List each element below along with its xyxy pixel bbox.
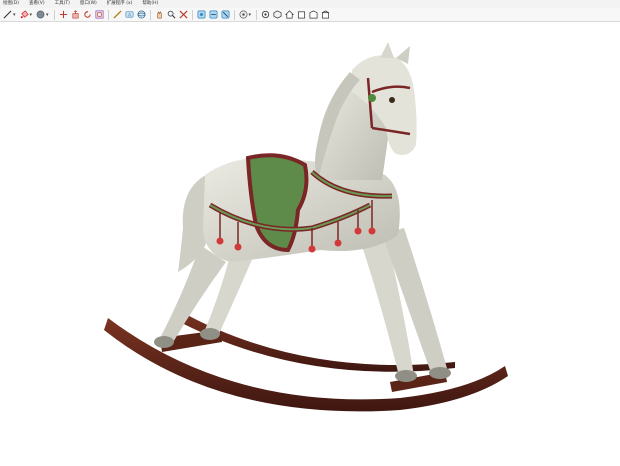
iso-view-icon <box>273 10 282 19</box>
back-view-button[interactable] <box>309 10 318 20</box>
style-dropdown[interactable]: ▾ <box>249 10 252 20</box>
main-toolbar: ▾ ▾ ▾ A ▾ <box>0 8 620 22</box>
sphere-dropdown[interactable]: ▾ <box>46 10 49 20</box>
tape-measure-icon: A <box>125 11 133 18</box>
dimension-icon <box>113 10 122 19</box>
home-view-icon <box>285 10 295 19</box>
front-view-button[interactable] <box>297 10 306 20</box>
section-cut-button[interactable] <box>221 10 230 20</box>
menu-draw[interactable]: 绘图(D) <box>3 0 19 8</box>
pan-button[interactable] <box>155 10 164 20</box>
zoom-icon <box>167 10 176 19</box>
back-view-icon <box>309 10 318 19</box>
orbit-button[interactable] <box>137 10 146 20</box>
section-plane-button[interactable] <box>197 10 206 20</box>
tape-measure-button[interactable]: A <box>125 10 134 20</box>
menu-view[interactable]: 查看(V) <box>29 0 45 8</box>
offset-button[interactable] <box>95 10 104 20</box>
section-display-button[interactable] <box>209 10 218 20</box>
toolbar-separator <box>53 9 55 20</box>
move-button[interactable] <box>59 10 68 20</box>
orbit-icon <box>137 10 145 19</box>
menu-help[interactable]: 帮助(H) <box>142 0 158 8</box>
push-pull-icon <box>72 10 79 19</box>
rotate-button[interactable] <box>83 10 92 20</box>
sphere-tool-button[interactable] <box>36 10 45 20</box>
zoom-extents-icon <box>179 10 188 19</box>
scenes-button[interactable] <box>261 10 270 20</box>
rocking-horse-model[interactable] <box>0 23 620 466</box>
home-view-button[interactable] <box>285 10 295 20</box>
dimension-button[interactable] <box>113 10 122 20</box>
front-view-icon <box>298 11 306 19</box>
style-button[interactable] <box>239 10 248 20</box>
menu-window[interactable]: 窗口(W) <box>80 0 97 8</box>
horse-ear <box>380 42 394 58</box>
toolbar-separator <box>256 9 258 20</box>
horse-eye <box>389 97 395 103</box>
line-icon <box>3 10 12 19</box>
paint-bucket-icon <box>20 10 29 19</box>
menu-bar: 绘图(D) 查看(V) 工具(T) 窗口(W) 扩展程序 (x) 帮助(H) <box>0 0 620 8</box>
sphere-icon <box>36 10 45 19</box>
zoom-button[interactable] <box>167 10 176 20</box>
section-cut-icon <box>221 10 230 19</box>
iso-view-button[interactable] <box>273 10 282 20</box>
toolbar-separator <box>149 9 151 20</box>
line-tool-button[interactable] <box>3 10 12 20</box>
style-icon <box>239 10 248 19</box>
paint-dropdown[interactable]: ▾ <box>30 10 33 20</box>
offset-icon <box>95 10 104 19</box>
toolbar-separator <box>107 9 109 20</box>
menu-extensions[interactable]: 扩展程序 (x) <box>107 0 133 8</box>
push-pull-button[interactable] <box>71 10 80 20</box>
paint-bucket-button[interactable] <box>20 10 29 20</box>
line-tool-dropdown[interactable]: ▾ <box>13 10 16 20</box>
move-icon <box>59 10 67 19</box>
toolbar-separator <box>233 9 235 20</box>
left-view-button[interactable] <box>321 10 330 20</box>
scenes-icon <box>261 10 270 19</box>
left-view-icon <box>322 10 330 19</box>
section-display-icon <box>209 10 218 19</box>
pan-icon <box>156 11 162 19</box>
zoom-extents-button[interactable] <box>179 10 188 20</box>
section-plane-icon <box>197 10 206 19</box>
model-viewport[interactable] <box>0 23 620 466</box>
menu-tools[interactable]: 工具(T) <box>55 0 70 8</box>
rotate-icon <box>83 10 91 18</box>
toolbar-separator <box>191 9 193 20</box>
